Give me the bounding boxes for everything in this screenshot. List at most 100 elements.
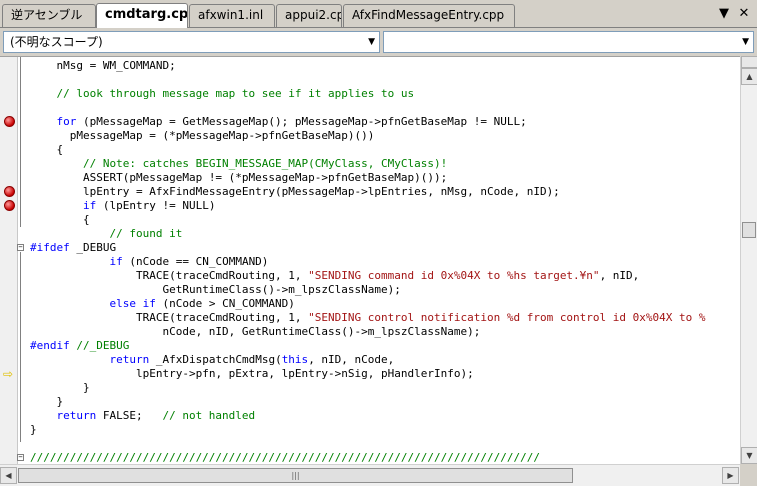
navigation-bar: (不明なスコープ) ▼ ▼	[0, 28, 757, 56]
outline-line	[20, 252, 21, 442]
vertical-scrollbar[interactable]: ▲ ▼	[740, 56, 757, 464]
tab-5[interactable]: AfxFindMessageEntry.cpp	[343, 4, 515, 27]
code-token: }	[30, 381, 90, 394]
code-token: for	[30, 115, 77, 128]
code-token: FALSE;	[96, 409, 163, 422]
code-token: (pMessageMap = GetMessageMap(); pMessage…	[76, 115, 527, 128]
code-token: // Note: catches BEGIN_MESSAGE_MAP(CMyCl…	[30, 157, 448, 170]
breakpoint-icon[interactable]	[4, 186, 15, 197]
code-line: }	[30, 423, 706, 437]
tab-4[interactable]: appui2.cpp	[276, 4, 342, 27]
outline-line	[20, 57, 21, 227]
code-line: {	[30, 143, 706, 157]
code-token: _AfxDispatchCmdMsg(	[149, 353, 282, 366]
splitter-handle[interactable]	[741, 56, 757, 68]
code-token: if	[30, 255, 123, 268]
code-line: ////////////////////////////////////////…	[30, 451, 706, 464]
code-token: , nID,	[599, 269, 640, 282]
code-token: nCode, nID, GetRuntimeClass()->m_lpszCla…	[30, 325, 481, 338]
code-token: {	[30, 143, 64, 156]
code-token: GetRuntimeClass()->m_lpszClassName);	[30, 283, 401, 296]
tab-2[interactable]: cmdtarg.cpp	[96, 3, 188, 28]
horizontal-scroll-thumb[interactable]: |||	[18, 468, 573, 483]
code-token: (nCode == CN_COMMAND)	[122, 255, 269, 268]
code-token: _DEBUG	[69, 241, 117, 254]
code-token: TRACE(traceCmdRouting, 1,	[30, 269, 309, 282]
outline-collapse-icon[interactable]: −	[17, 244, 24, 251]
code-text[interactable]: nMsg = WM_COMMAND; // look through messa…	[30, 59, 706, 464]
code-line: nCode, nID, GetRuntimeClass()->m_lpszCla…	[30, 325, 706, 339]
code-line: lpEntry = AfxFindMessageEntry(pMessageMa…	[30, 185, 706, 199]
code-line: if (nCode == CN_COMMAND)	[30, 255, 706, 269]
scroll-left-button[interactable]: ◀	[0, 467, 17, 484]
code-token: TRACE(traceCmdRouting, 1,	[30, 311, 309, 324]
scrollbar-corner	[740, 464, 757, 486]
code-token: lpEntry = AfxFindMessageEntry(pMessageMa…	[30, 185, 560, 198]
scope-combo-value: (不明なスコープ)	[10, 35, 103, 49]
code-token: "SENDING control notification %d from co…	[308, 311, 706, 324]
outline-collapse-icon[interactable]: −	[17, 454, 24, 461]
code-token: //_DEBUG	[69, 339, 130, 352]
code-line: nMsg = WM_COMMAND;	[30, 59, 706, 73]
code-line: TRACE(traceCmdRouting, 1, "SENDING comma…	[30, 269, 706, 283]
code-token: // not handled	[162, 409, 256, 422]
code-line: #endif //_DEBUG	[30, 339, 706, 353]
code-line: for (pMessageMap = GetMessageMap(); pMes…	[30, 115, 706, 129]
breakpoint-icon[interactable]	[4, 200, 15, 211]
code-token: return	[30, 409, 97, 422]
code-line: }	[30, 395, 706, 409]
code-line: else if (nCode > CN_COMMAND)	[30, 297, 706, 311]
tab-3[interactable]: afxwin1.inl	[189, 4, 275, 27]
code-token: }	[30, 395, 64, 408]
code-token: if	[30, 199, 97, 212]
code-token: , nID, nCode,	[308, 353, 395, 366]
code-line: return _AfxDispatchCmdMsg(this, nID, nCo…	[30, 353, 706, 367]
chevron-down-icon[interactable]: ▼	[368, 32, 375, 52]
horizontal-scrollbar[interactable]: ◀ ||| ▶	[0, 464, 740, 486]
code-line: TRACE(traceCmdRouting, 1, "SENDING contr…	[30, 311, 706, 325]
code-token: else if	[30, 297, 156, 310]
scroll-up-button[interactable]: ▲	[741, 68, 757, 85]
code-line: return FALSE; // not handled	[30, 409, 706, 423]
code-line: #ifdef _DEBUG	[30, 241, 706, 255]
code-line: GetRuntimeClass()->m_lpszClassName);	[30, 283, 706, 297]
code-token: ////////////////////////////////////////…	[30, 451, 540, 464]
code-line: // look through message map to see if it…	[30, 87, 706, 101]
code-token: ASSERT(pMessageMap != (*pMessageMap->pfn…	[30, 171, 448, 184]
scope-combo[interactable]: (不明なスコープ) ▼	[3, 31, 380, 53]
code-line: }	[30, 381, 706, 395]
member-combo[interactable]: ▼	[383, 31, 754, 53]
code-token: #endif	[30, 339, 70, 352]
scroll-down-button[interactable]: ▼	[741, 447, 757, 464]
breakpoint-gutter[interactable]: ⇨	[0, 57, 18, 464]
code-token: // look through message map to see if it…	[30, 87, 415, 100]
code-line: // Note: catches BEGIN_MESSAGE_MAP(CMyCl…	[30, 157, 706, 171]
scroll-right-button[interactable]: ▶	[722, 467, 739, 484]
chevron-down-icon[interactable]: ▼	[742, 32, 749, 52]
code-token: #ifdef	[30, 241, 70, 254]
code-token: pMessageMap = (*pMessageMap->pfnGetBaseM…	[30, 129, 375, 142]
code-token: {	[30, 213, 90, 226]
code-line: pMessageMap = (*pMessageMap->pfnGetBaseM…	[30, 129, 706, 143]
code-line: {	[30, 213, 706, 227]
code-token: nMsg = WM_COMMAND;	[30, 59, 176, 72]
code-token: return	[30, 353, 150, 366]
tab-list-dropdown-icon[interactable]: ▼	[716, 6, 732, 22]
code-token: }	[30, 423, 37, 436]
code-editor[interactable]: ⇨ − − nMsg = WM_COMMAND; // look through…	[0, 56, 740, 464]
breakpoint-icon[interactable]	[4, 116, 15, 127]
code-line: if (lpEntry != NULL)	[30, 199, 706, 213]
document-tab-strip: 逆アセンブルcmdtarg.cppafxwin1.inlappui2.cppAf…	[0, 0, 757, 28]
vertical-scroll-thumb[interactable]	[742, 222, 756, 238]
code-token: "SENDING command id 0x%04X to %hs target…	[308, 269, 600, 282]
code-token: (lpEntry != NULL)	[96, 199, 216, 212]
instruction-pointer-icon: ⇨	[3, 367, 14, 381]
code-line: // found it	[30, 227, 706, 241]
close-tab-icon[interactable]: ✕	[736, 6, 752, 22]
code-line: lpEntry->pfn, pExtra, lpEntry->nSig, pHa…	[30, 367, 706, 381]
code-token: lpEntry->pfn, pExtra, lpEntry->nSig, pHa…	[30, 367, 474, 380]
tab-1[interactable]: 逆アセンブル	[2, 4, 96, 27]
